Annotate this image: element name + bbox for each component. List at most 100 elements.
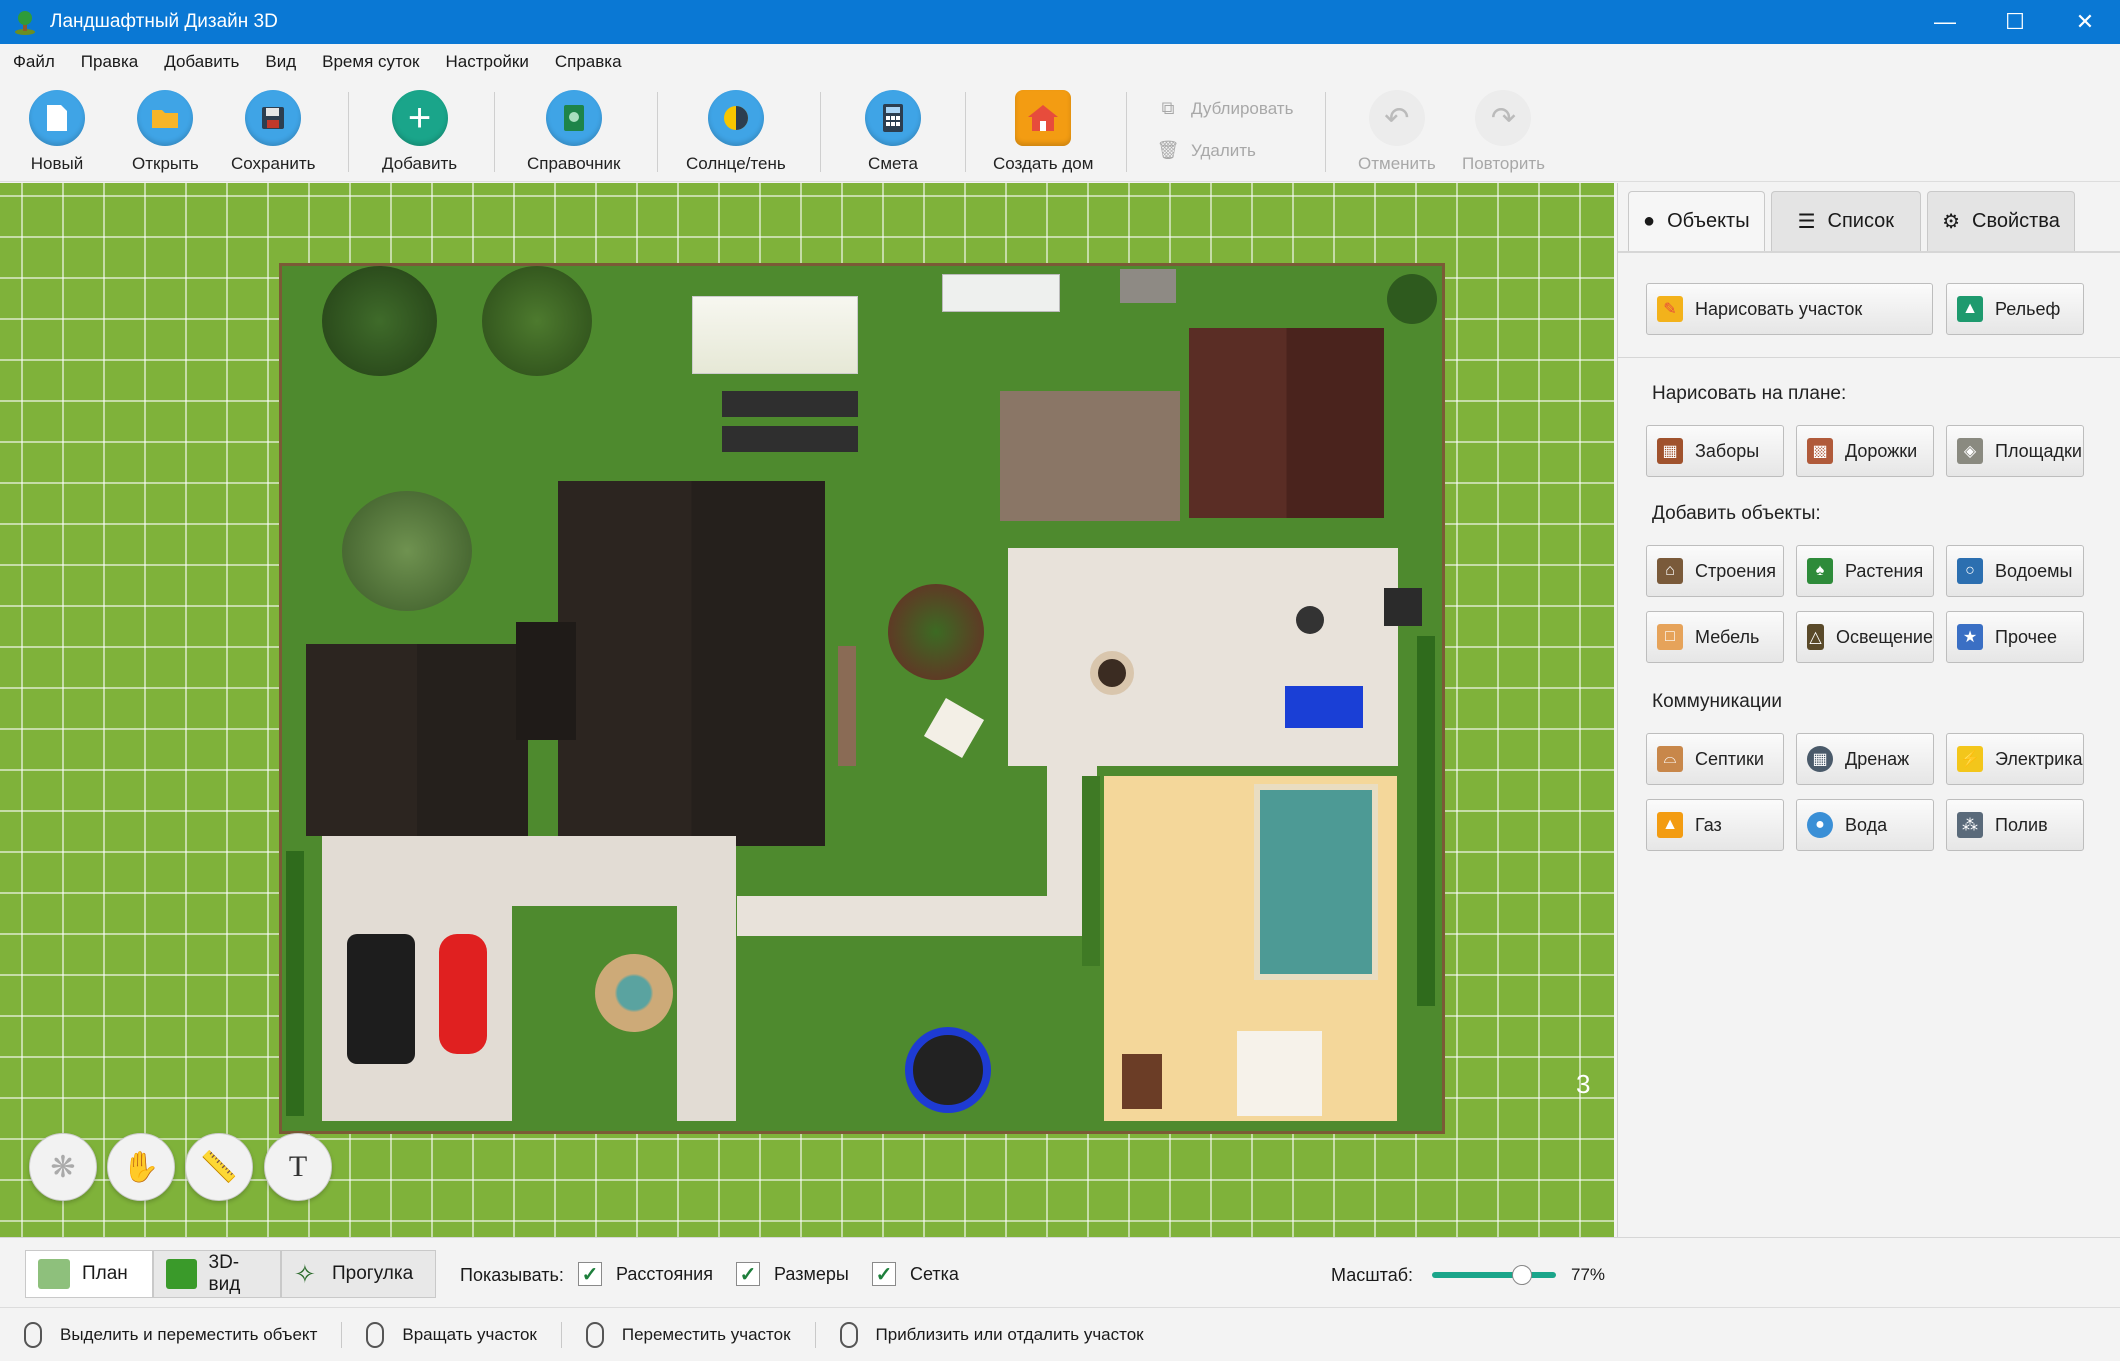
maximize-icon[interactable]: ☐ [1980,0,2050,44]
tab-objects[interactable]: ● Объекты [1628,191,1765,251]
electric-button[interactable]: ⚡ Электрика [1946,733,2084,785]
ruler-icon[interactable]: 📏 [185,1133,253,1201]
sun-shade-button[interactable]: Солнце/тень [686,90,786,174]
tab-3d-view[interactable]: 3D-вид [153,1250,281,1298]
toolbar-divider [1325,92,1326,172]
estimate-button[interactable]: Смета [865,90,921,174]
checkmark-icon: ✓ [578,1262,602,1286]
fire-pit[interactable] [1090,651,1134,695]
septic-button[interactable]: ⌓ Септики [1646,733,1784,785]
areas-button[interactable]: ◈ Площадки [1946,425,2084,477]
tab-properties[interactable]: ⚙ Свойства [1927,191,2075,251]
scale-slider-thumb[interactable] [1512,1265,1533,1285]
duplicate-button[interactable]: ⧉ Дублировать [1155,98,1294,119]
3d-rotate-icon[interactable]: ❋ [29,1133,97,1201]
gas-button[interactable]: ▲ Газ [1646,799,1784,851]
distances-checkbox[interactable]: ✓ Расстояния [578,1262,713,1286]
plants-button[interactable]: ♠ Растения [1796,545,1934,597]
bench[interactable] [942,274,1060,312]
mountain-icon: ▲ [1957,296,1983,322]
bathhouse-roof[interactable] [1189,328,1384,518]
menu-view[interactable]: Вид [252,52,309,72]
fences-button[interactable]: ▦ Заборы [1646,425,1784,477]
areas-label: Площадки [1995,440,2082,461]
save-button[interactable]: Сохранить [231,90,315,174]
sunbed-cushion[interactable] [1237,1031,1322,1116]
furniture-button[interactable]: □ Мебель [1646,611,1784,663]
trampoline[interactable] [905,1027,991,1113]
barbecue[interactable] [1120,269,1176,303]
plan-canvas[interactable]: 3 ❋ ✋ 📏 T [0,183,1614,1237]
car-black[interactable] [347,934,415,1064]
patio[interactable] [1008,548,1398,766]
ponds-button[interactable]: ○ Водоемы [1946,545,2084,597]
tab-walk[interactable]: ✧ Прогулка [281,1250,436,1298]
duplicate-button-label: Дублировать [1191,98,1294,118]
close-icon[interactable]: ✕ [2050,0,2120,44]
garage-roof[interactable] [306,644,528,836]
table[interactable] [1296,606,1324,634]
fountain[interactable] [595,954,673,1032]
tree[interactable] [482,266,592,376]
menu-settings[interactable]: Настройки [433,52,542,72]
scale-slider-track[interactable] [1432,1265,1556,1285]
swimming-pool[interactable] [1254,784,1378,980]
sun-lounger[interactable] [1285,686,1363,728]
greenhouse[interactable] [692,296,858,374]
irrigation-button[interactable]: ⁂ Полив [1946,799,2084,851]
text-tool-icon[interactable]: T [264,1133,332,1201]
calculator-icon [865,90,921,146]
garden-bed[interactable] [722,391,858,417]
flowerbed-round[interactable] [888,584,984,680]
lighting-button[interactable]: △ Освещение [1796,611,1934,663]
garden-chair[interactable] [923,697,985,759]
hedge[interactable] [286,851,304,1116]
other-button[interactable]: ★ Прочее [1946,611,2084,663]
shrub[interactable] [1387,274,1437,324]
create-house-button[interactable]: Создать дом [993,90,1093,174]
draw-plot-button[interactable]: ✎ Нарисовать участок [1646,283,1933,335]
hand-pan-icon[interactable]: ✋ [107,1133,175,1201]
redo-button[interactable]: ↷ Повторить [1462,90,1545,174]
add-button[interactable]: + Добавить [382,90,457,174]
sizes-checkbox[interactable]: ✓ Размеры [736,1262,849,1286]
hedge[interactable] [1417,636,1435,1006]
grill[interactable] [1384,588,1422,626]
new-button[interactable]: Новый [29,90,85,174]
scale-value: 77% [1571,1265,1606,1284]
relief-button[interactable]: ▲ Рельеф [1946,283,2084,335]
menu-add[interactable]: Добавить [151,52,252,72]
tab-plan[interactable]: План [25,1250,153,1298]
layers-icon: ☰ [1797,211,1816,233]
path[interactable] [737,896,1097,936]
water-button[interactable]: ● Вода [1796,799,1934,851]
car-red[interactable] [439,934,487,1054]
menu-time-of-day[interactable]: Время суток [309,52,432,72]
tree[interactable] [322,266,437,376]
menu-file[interactable]: Файл [0,52,68,72]
house-roof[interactable] [558,481,825,846]
tab-list[interactable]: ☰ Список [1770,191,1922,251]
distances-label: Расстояния [616,1263,713,1284]
drainage-button[interactable]: ▦ Дренаж [1796,733,1934,785]
hedge[interactable] [1082,776,1100,966]
delete-button[interactable]: 🗑 Удалить [1155,140,1256,161]
reference-button[interactable]: Справочник [527,90,621,174]
menu-help[interactable]: Справка [542,52,635,72]
grid-checkbox[interactable]: ✓ Сетка [872,1262,959,1286]
checkmark-icon: ✓ [736,1262,760,1286]
garden-bed[interactable] [722,426,858,452]
minimize-icon[interactable]: — [1910,0,1980,44]
gazebo-roof[interactable] [1000,391,1180,521]
undo-button[interactable]: ↶ Отменить [1358,90,1436,174]
toolbar-divider [657,92,658,172]
side-table[interactable] [1122,1054,1162,1109]
menu-edit[interactable]: Правка [68,52,151,72]
buildings-button[interactable]: ⌂ Строения [1646,545,1784,597]
land-plot[interactable] [279,263,1445,1134]
paths-button[interactable]: ▩ Дорожки [1796,425,1934,477]
open-button[interactable]: Открыть [132,90,199,174]
tree[interactable] [342,491,472,611]
book-icon [545,90,602,146]
flowerbed-strip[interactable] [838,646,856,766]
